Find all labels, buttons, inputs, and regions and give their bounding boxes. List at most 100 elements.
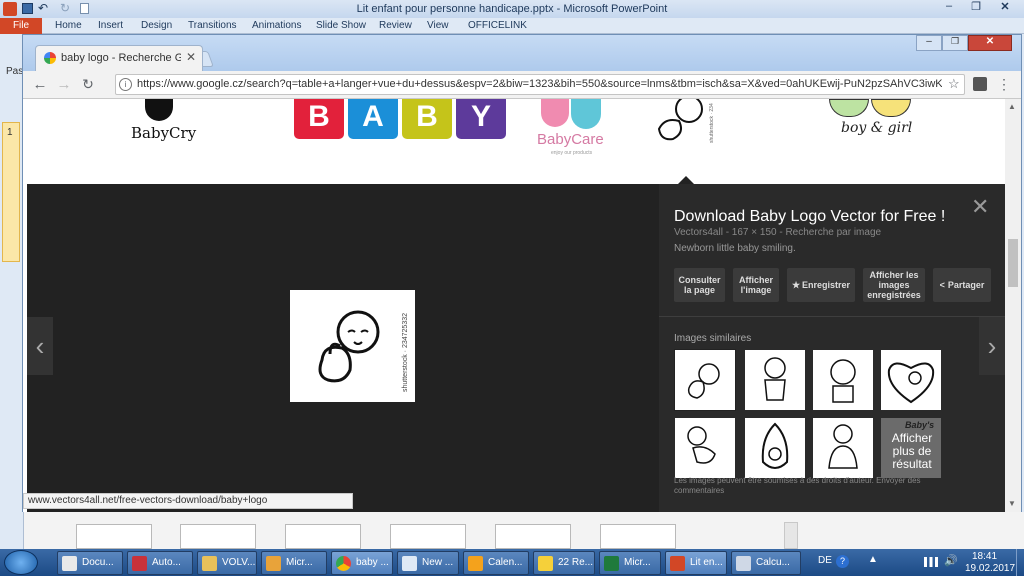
tab-slide-show[interactable]: Slide Show	[316, 20, 366, 31]
taskbar-label: Lit en...	[690, 557, 723, 568]
baby-outline-image	[687, 426, 716, 464]
taskbar-item[interactable]: 22 Re...	[533, 551, 595, 575]
slide-thumbnail[interactable]	[2, 122, 20, 262]
save-button[interactable]: ★ Enregistrer	[787, 268, 855, 302]
view-image-button[interactable]: Afficher l'image	[733, 268, 779, 302]
babycry-label: BabyCry	[131, 124, 197, 142]
similar-image-thumbnail[interactable]	[745, 418, 805, 478]
reload-icon[interactable]: ↻	[79, 75, 97, 93]
taskbar-item[interactable]: Calcu...	[731, 551, 801, 575]
excel-icon	[604, 556, 619, 571]
address-bar[interactable]: i https://www.google.cz/search?q=table+a…	[115, 74, 965, 95]
scroll-down-arrow[interactable]: ▼	[1008, 499, 1016, 508]
restore-button[interactable]: ❐	[963, 0, 989, 17]
powerpoint-icon	[670, 556, 685, 571]
image-preview-panel: ‹ shutterstock · 234725332 ✕ Download Ba…	[27, 184, 1005, 512]
copyright-notice[interactable]: Les images peuvent être soumises à des d…	[674, 476, 944, 496]
baby-outline-image	[828, 424, 858, 469]
tab-home[interactable]: Home	[55, 20, 82, 31]
letter-block: A	[348, 99, 398, 139]
result-baby-blocks[interactable]: B A B Y	[294, 99, 510, 139]
bookmark-star-icon[interactable]: ☆	[948, 76, 960, 92]
scroll-up-arrow[interactable]: ▲	[1008, 102, 1016, 111]
show-desktop-button[interactable]	[1016, 549, 1024, 576]
close-tab-icon[interactable]: ✕	[186, 50, 196, 64]
slide-number: 1	[7, 127, 13, 138]
baby-logo-image	[318, 310, 380, 383]
taskbar-item[interactable]: Micr...	[599, 551, 661, 575]
similar-images-label: Images similaires	[674, 333, 752, 344]
result-boy-girl[interactable]: boy & girl	[829, 99, 919, 144]
more-results-tile[interactable]: Baby's Afficher plus de résultat	[881, 418, 941, 478]
clock-date[interactable]: 19.02.2017	[965, 563, 1015, 574]
close-button[interactable]: ✕	[990, 0, 1020, 17]
extension-icon[interactable]	[973, 77, 987, 91]
shutterstock-watermark: shutterstock · 234725332	[402, 313, 409, 392]
similar-image-thumbnail[interactable]	[675, 418, 735, 478]
close-panel-icon[interactable]: ✕	[971, 194, 989, 220]
vertical-scrollbar[interactable]	[784, 522, 798, 549]
taskbar-label: Micr...	[286, 557, 313, 568]
taskbar-label: Docu...	[82, 557, 114, 568]
browser-tab[interactable]: baby logo - Recherche G ✕	[35, 45, 203, 71]
similar-image-thumbnail[interactable]	[674, 349, 736, 411]
previous-image-arrow[interactable]: ‹	[27, 317, 53, 375]
minimize-button[interactable]: –	[916, 35, 942, 51]
taskbar-item-chrome[interactable]: baby ...	[331, 551, 393, 575]
similar-image-thumbnail[interactable]	[881, 350, 941, 410]
info-icon: i	[119, 78, 132, 91]
result-babycry[interactable]: BabyCry	[123, 99, 203, 144]
taskbar-item[interactable]: Calen...	[463, 551, 529, 575]
tray-expand-icon[interactable]: ▲	[868, 554, 878, 565]
network-icon[interactable]	[924, 557, 938, 567]
tab-officelink[interactable]: OFFICELINK	[468, 20, 527, 31]
menu-icon[interactable]: ⋮	[997, 74, 1011, 94]
taskbar-item[interactable]: Micr...	[261, 551, 327, 575]
similar-image-thumbnail[interactable]	[813, 418, 873, 478]
letter-block: B	[294, 99, 344, 139]
similar-image-thumbnail[interactable]	[745, 350, 805, 410]
share-button[interactable]: < Partager	[933, 268, 991, 302]
image-title[interactable]: Download Baby Logo Vector for Free !	[674, 208, 945, 226]
volume-icon[interactable]: 🔊	[944, 554, 958, 567]
preview-image[interactable]: shutterstock · 234725332	[290, 290, 415, 402]
taskbar-item[interactable]: Auto...	[127, 551, 193, 575]
taskbar-label: 22 Re...	[558, 557, 594, 568]
saved-images-button[interactable]: Afficher les images enregistrées	[863, 268, 925, 302]
tab-design[interactable]: Design	[141, 20, 172, 31]
taskbar-item[interactable]: Docu...	[57, 551, 123, 575]
similar-image-thumbnail[interactable]	[813, 350, 873, 410]
tab-transitions[interactable]: Transitions	[188, 20, 237, 31]
taskbar-item[interactable]: New ...	[397, 551, 459, 575]
placeholder-box	[390, 524, 466, 549]
result-babycare[interactable]: BabyCare enjoy our products	[535, 99, 615, 159]
taskbar-item-powerpoint[interactable]: Lit en...	[665, 551, 727, 575]
scroll-thumb[interactable]	[1008, 239, 1018, 287]
language-indicator[interactable]: DE	[818, 555, 832, 566]
clock-time[interactable]: 18:41	[972, 551, 997, 562]
next-image-arrow[interactable]: ›	[979, 317, 1005, 375]
powerpoint-title-bar: ↶ ↻ Lit enfant pour personne handicape.p…	[0, 0, 1024, 18]
file-tab[interactable]: File	[0, 18, 42, 34]
vertical-scrollbar[interactable]: ▲ ▼	[1005, 99, 1021, 512]
swaddled-baby-icon	[571, 99, 601, 129]
taskbar-label: Auto...	[152, 557, 181, 568]
start-button[interactable]	[4, 550, 38, 575]
visit-page-button[interactable]: Consulter la page	[674, 268, 725, 302]
restore-button[interactable]: ❐	[942, 35, 968, 51]
forward-icon[interactable]: →	[55, 75, 73, 93]
tab-animations[interactable]: Animations	[252, 20, 301, 31]
powerpoint-slide-area	[24, 512, 1024, 549]
tab-insert[interactable]: Insert	[98, 20, 123, 31]
taskbar-item[interactable]: VOLV...	[197, 551, 257, 575]
back-icon[interactable]: ←	[31, 75, 49, 93]
minimize-button[interactable]: –	[936, 0, 962, 17]
tab-title: baby logo - Recherche G	[61, 52, 181, 64]
mail-icon	[402, 556, 417, 571]
tab-review[interactable]: Review	[379, 20, 412, 31]
tab-view[interactable]: View	[427, 20, 449, 31]
help-icon[interactable]: ?	[836, 555, 849, 568]
windows-taskbar: Docu... Auto... VOLV... Micr... baby ...…	[0, 549, 1024, 576]
result-baby-outline[interactable]: shutterstock · 234	[651, 99, 721, 147]
close-button[interactable]: ✕	[968, 35, 1012, 51]
